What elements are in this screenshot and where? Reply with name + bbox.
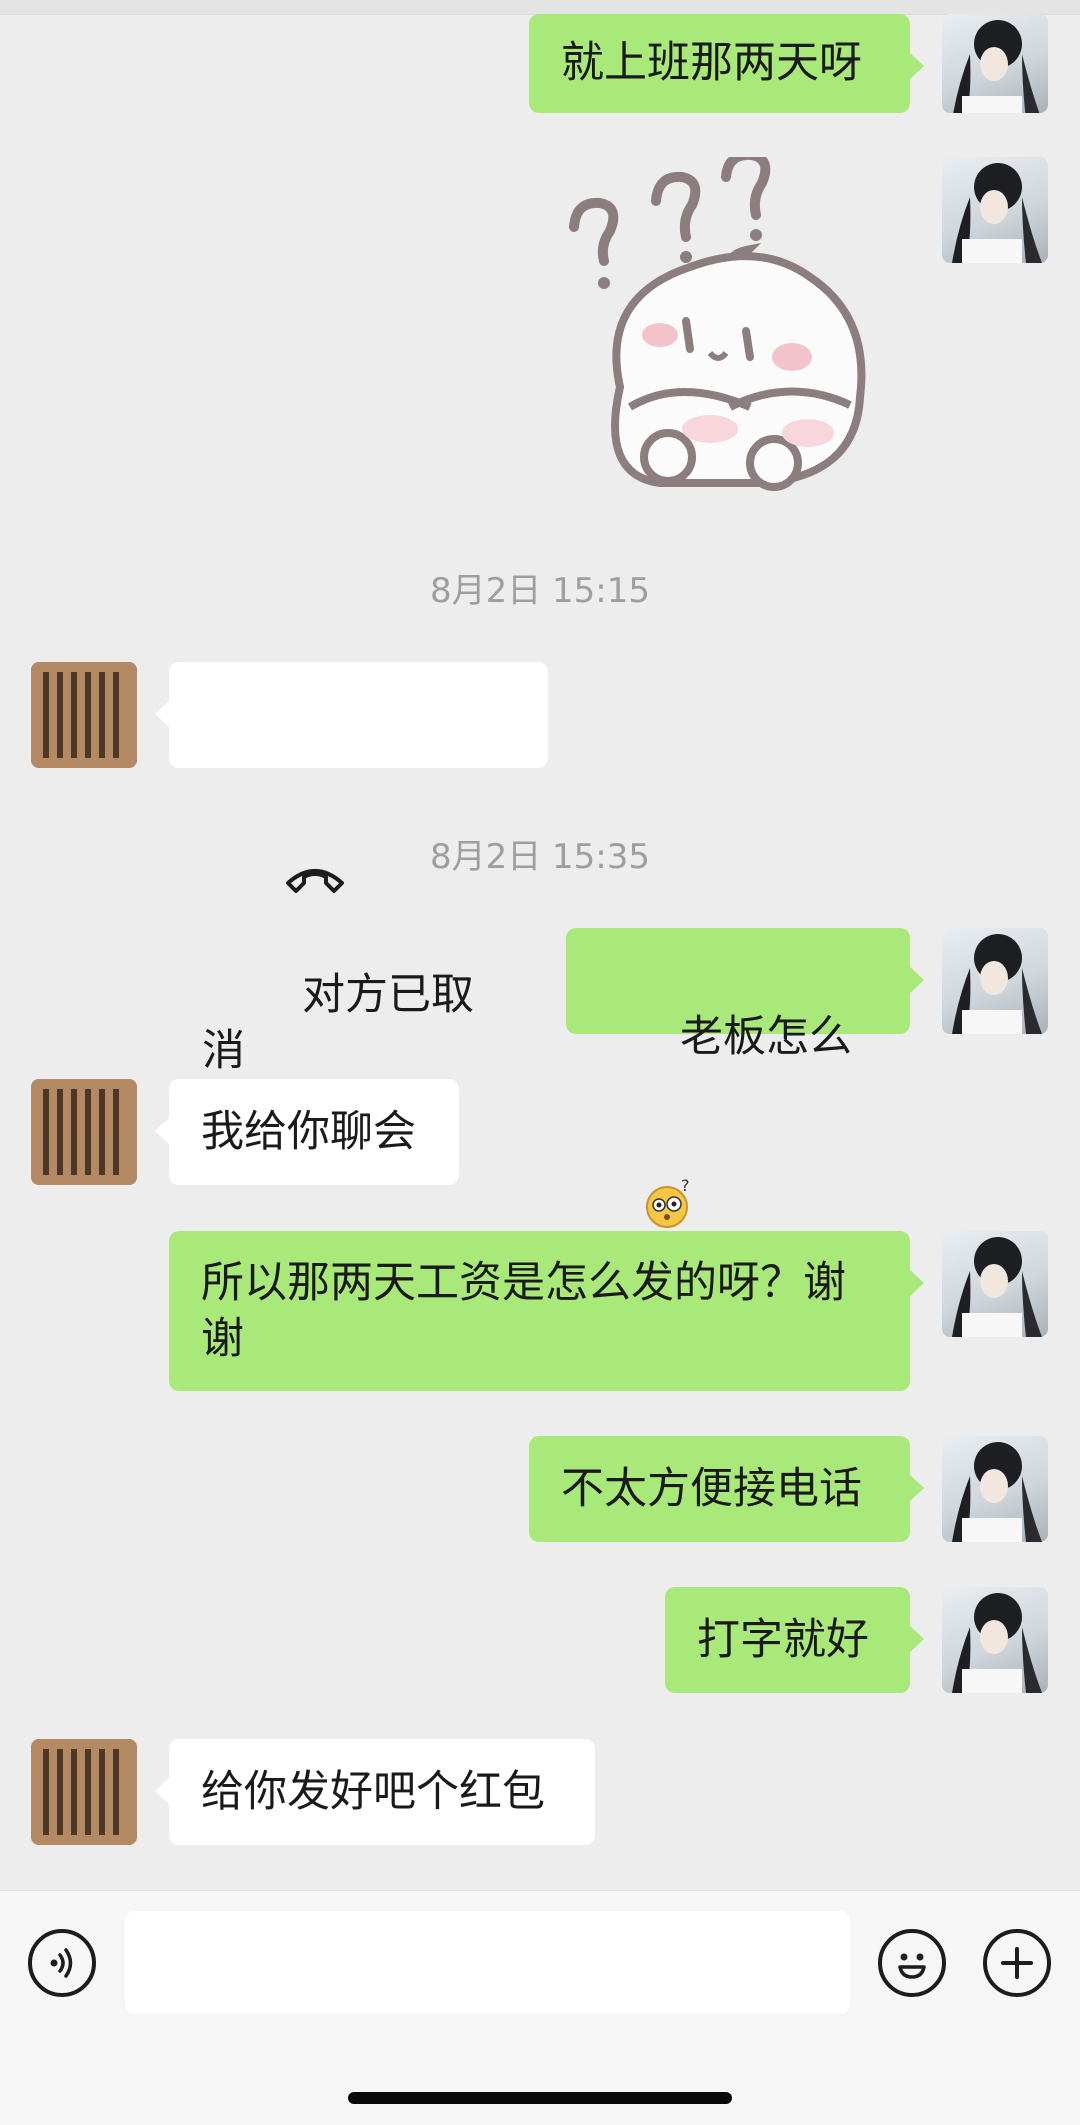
message-bubble-received[interactable]: 给你发好吧个红包 bbox=[155, 1739, 595, 1845]
avatar-me[interactable] bbox=[942, 928, 1048, 1034]
message-bubble-received[interactable]: 我给你聊会 bbox=[155, 1079, 459, 1185]
message-bubble-sent[interactable]: 所以那两天工资是怎么发的呀？谢 谢 bbox=[169, 1231, 924, 1391]
avatar-contact[interactable] bbox=[31, 1739, 137, 1845]
timestamp: 8月2日 15:35 bbox=[429, 837, 651, 877]
avatar-me[interactable] bbox=[942, 1231, 1048, 1337]
confused-bun-sticker[interactable] bbox=[560, 149, 910, 502]
avatar-contact[interactable] bbox=[31, 1079, 137, 1185]
svg-text:?: ? bbox=[681, 1177, 690, 1195]
thinking-face-emoji-icon: ? bbox=[643, 1065, 695, 1228]
message-bubble-sent[interactable]: 打字就好 bbox=[665, 1587, 924, 1693]
plus-icon[interactable] bbox=[983, 1929, 1051, 1997]
voice-icon[interactable] bbox=[28, 1929, 96, 1997]
message-bubble-sent[interactable]: 不太方便接电话 bbox=[529, 1436, 924, 1542]
smiley-icon[interactable] bbox=[878, 1929, 946, 1997]
avatar-me[interactable] bbox=[942, 14, 1048, 113]
timestamp: 8月2日 15:15 bbox=[429, 571, 651, 611]
avatar-contact[interactable] bbox=[31, 662, 137, 768]
home-indicator[interactable] bbox=[348, 2092, 732, 2104]
call-status-text: 对方已取消 bbox=[202, 970, 475, 1076]
avatar-me[interactable] bbox=[942, 1587, 1048, 1693]
avatar-me[interactable] bbox=[942, 1436, 1048, 1542]
chat-input-bar bbox=[0, 1890, 1080, 2125]
avatar-me[interactable] bbox=[942, 157, 1048, 263]
call-bubble[interactable]: 对方已取消 bbox=[155, 662, 548, 1076]
message-bubble-sent[interactable]: 就上班那两天呀 bbox=[529, 14, 924, 113]
chat-message-list[interactable]: 就上班那两天呀 8月2日 15:15 对方已取消 8月2日 15:35 老板怎么… bbox=[0, 0, 1080, 1890]
message-bubble-sent[interactable]: 老板怎么了 ? bbox=[566, 928, 924, 1288]
message-input[interactable] bbox=[125, 1911, 850, 2014]
